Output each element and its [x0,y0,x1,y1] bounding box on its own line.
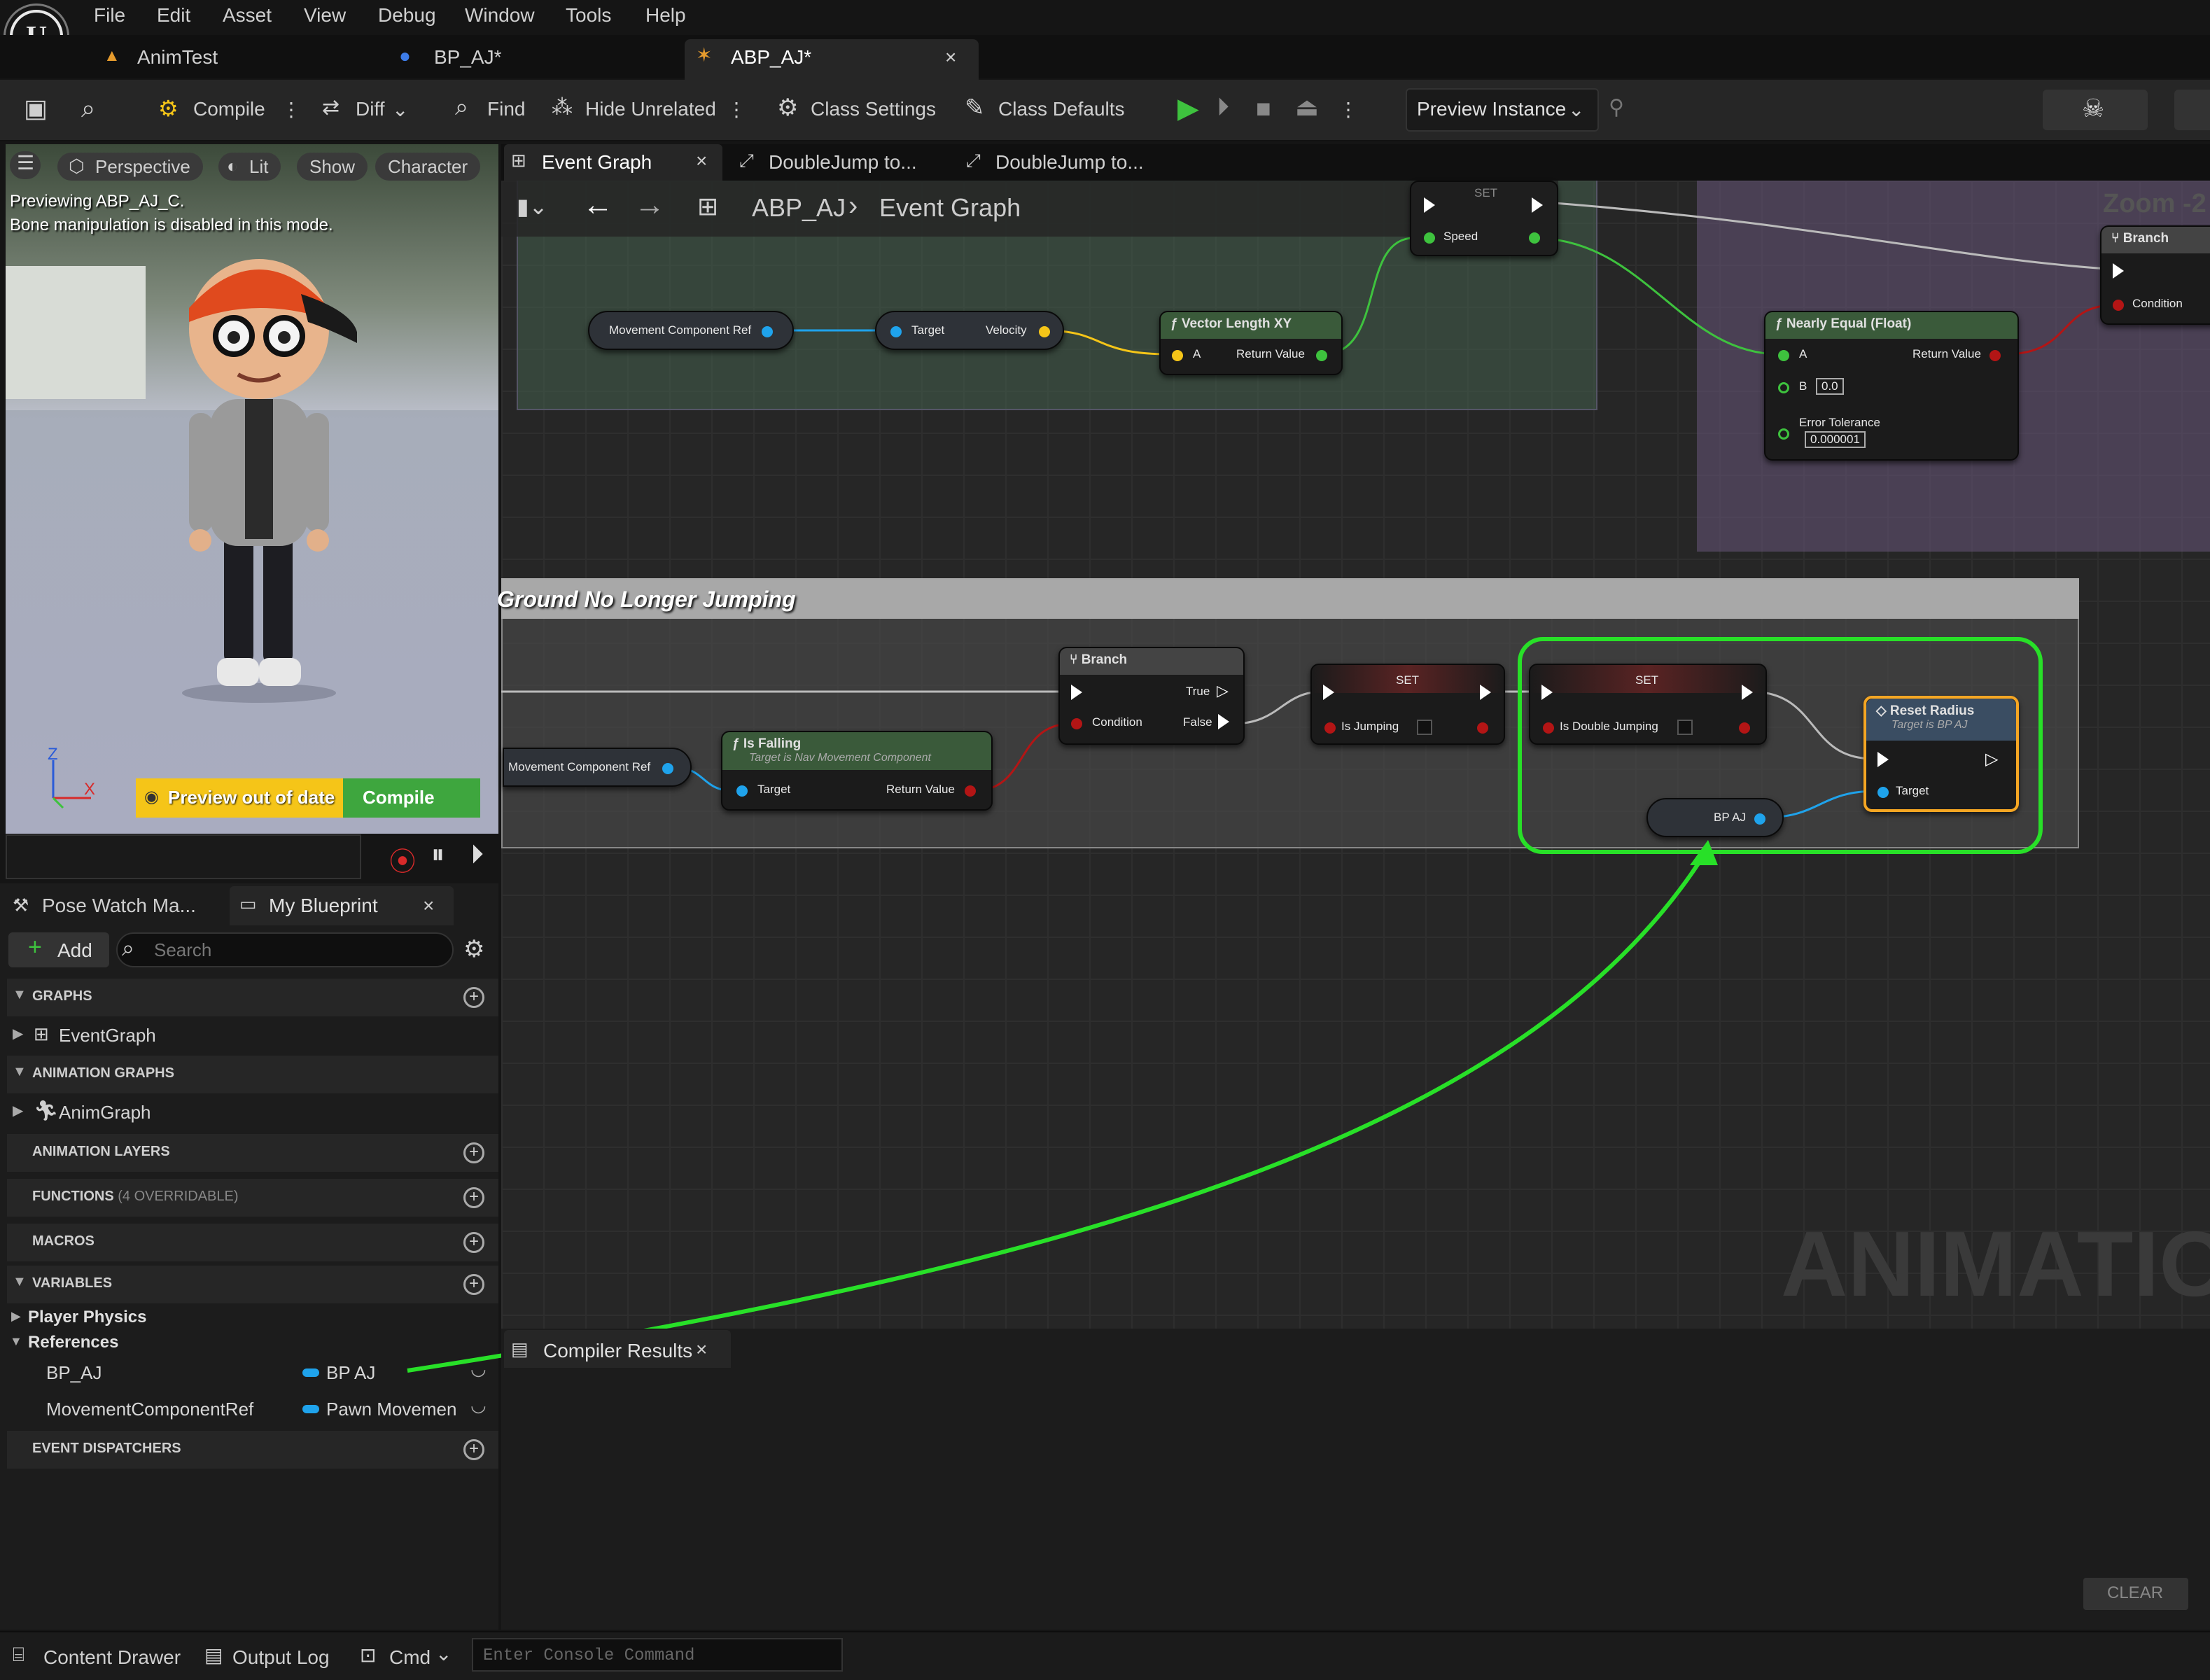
compiler-results-label: Compiler Results [543,1340,693,1362]
cmd-dropdown[interactable]: Cmd [389,1646,431,1669]
output-log-button[interactable]: Output Log [232,1646,330,1669]
close-icon[interactable]: × [696,1338,707,1361]
compiler-results-panel [501,1329,2210,1630]
output-log-icon: ▤ [204,1644,223,1666]
compiler-icon: ▤ [511,1338,529,1359]
chevron-down-icon[interactable]: ⌄ [435,1642,452,1665]
status-bar [0,1631,2210,1680]
console-placeholder: Enter Console Command [483,1646,695,1665]
content-drawer-button[interactable]: Content Drawer [43,1646,181,1669]
terminal-icon: ⊡ [360,1644,377,1666]
clear-label: CLEAR [2107,1583,2164,1602]
content-drawer-icon: ⌸ [13,1644,25,1665]
